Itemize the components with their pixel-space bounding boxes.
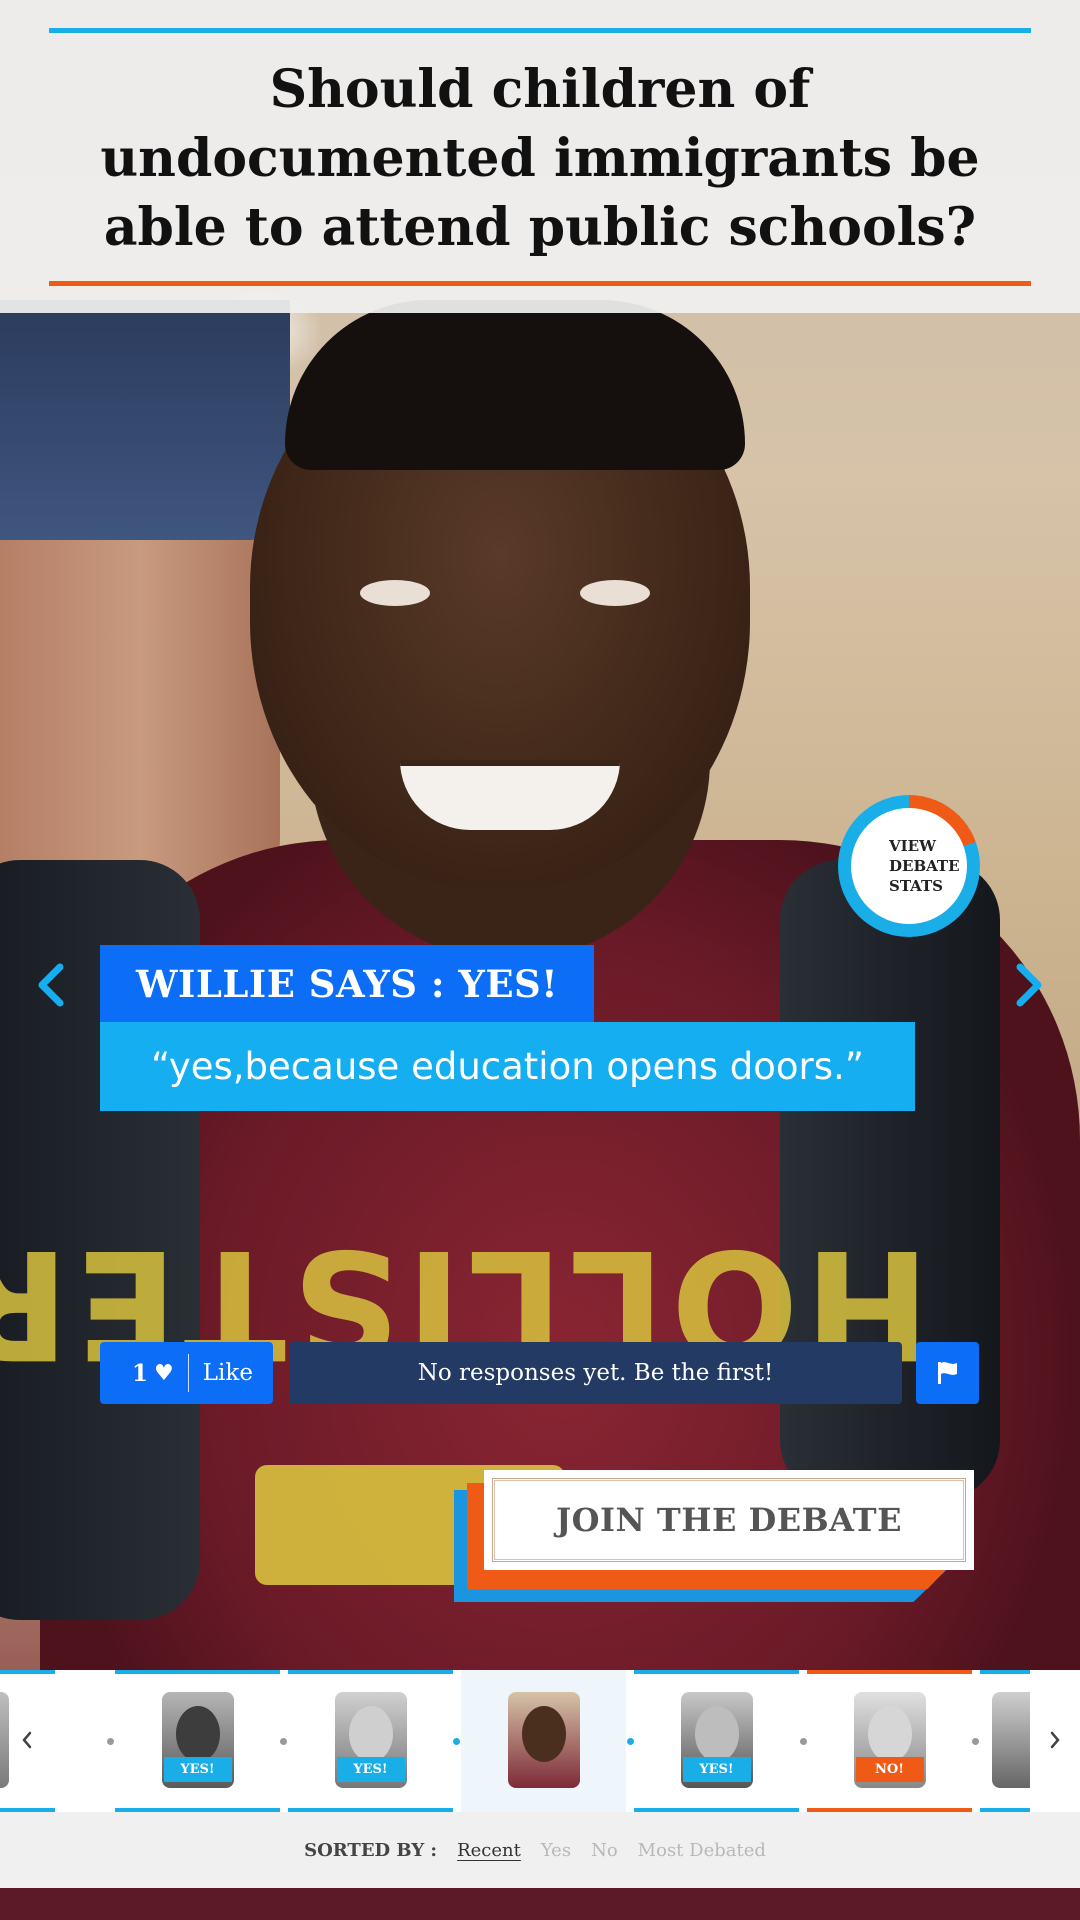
like-label: Like bbox=[202, 1360, 253, 1386]
stance-badge: NO! bbox=[855, 1757, 924, 1782]
thumbnail-avatar bbox=[507, 1692, 580, 1788]
stance-badge: YES! bbox=[163, 1757, 232, 1782]
like-divider bbox=[187, 1354, 189, 1392]
thumbnail-avatar: NO! bbox=[853, 1692, 926, 1788]
next-response-button[interactable] bbox=[1004, 955, 1054, 1015]
carousel-dot bbox=[453, 1738, 460, 1745]
thumbnail-slot-2[interactable]: YES! bbox=[288, 1670, 453, 1812]
like-count: 1 bbox=[132, 1359, 149, 1387]
carousel-dot bbox=[280, 1738, 287, 1745]
page-bottom-edge bbox=[0, 1888, 1080, 1920]
sort-option-recent[interactable]: Recent bbox=[457, 1840, 521, 1861]
thumbnail-avatar: YES! bbox=[334, 1692, 407, 1788]
thumbnail-slot-5[interactable]: NO! bbox=[807, 1670, 972, 1812]
chevron-right-icon bbox=[1016, 963, 1042, 1007]
chevron-left-icon bbox=[38, 963, 64, 1007]
stance-badge: YES! bbox=[682, 1757, 751, 1782]
header-rule-blue bbox=[49, 28, 1031, 33]
header-rule-orange bbox=[49, 281, 1031, 286]
debate-question: Should children of undocumented immigran… bbox=[100, 59, 980, 258]
sort-option-yes[interactable]: Yes bbox=[541, 1840, 571, 1861]
responses-button[interactable]: No responses yet. Be the first! bbox=[289, 1342, 902, 1404]
carousel-dot bbox=[107, 1738, 114, 1745]
heart-icon: ♥ bbox=[154, 1360, 174, 1386]
carousel-dot bbox=[972, 1738, 979, 1745]
thumbnail-slot-3[interactable] bbox=[461, 1670, 626, 1812]
like-button[interactable]: 1 ♥ Like bbox=[100, 1342, 273, 1404]
question-header: Should children of undocumented immigran… bbox=[0, 0, 1080, 313]
thumbnail-slot-6[interactable] bbox=[980, 1670, 1030, 1812]
thumbnail-avatar bbox=[992, 1692, 1030, 1788]
thumbnail-slot-1[interactable]: YES! bbox=[115, 1670, 280, 1812]
view-debate-stats-button[interactable]: VIEW DEBATE STATS bbox=[838, 795, 980, 937]
thumbnail-slot-0[interactable] bbox=[0, 1670, 55, 1812]
flag-icon bbox=[937, 1362, 957, 1384]
view-debate-stats-label: VIEW DEBATE STATS bbox=[851, 808, 967, 924]
thumbnail-avatar: YES! bbox=[680, 1692, 753, 1788]
join-debate-button[interactable]: JOIN THE DEBATE bbox=[454, 1470, 974, 1602]
response-carousel: YES! YES! YES! NO! bbox=[0, 1670, 1080, 1812]
responses-text: No responses yet. Be the first! bbox=[417, 1360, 774, 1386]
flag-button[interactable] bbox=[916, 1342, 979, 1404]
chevron-right-icon bbox=[1050, 1731, 1060, 1749]
sort-option-no[interactable]: No bbox=[591, 1840, 618, 1861]
previous-response-button[interactable] bbox=[26, 955, 76, 1015]
sort-label: SORTED BY : bbox=[304, 1839, 438, 1861]
speaker-label: WILLIE SAYS : YES! bbox=[100, 945, 594, 1022]
carousel-next-button[interactable] bbox=[1040, 1722, 1070, 1758]
sort-option-most-debated[interactable]: Most Debated bbox=[638, 1840, 766, 1861]
thumbnail-avatar: YES! bbox=[161, 1692, 234, 1788]
response-quote: “yes,because education opens doors.” bbox=[100, 1022, 915, 1111]
thumbnail-slot-4[interactable]: YES! bbox=[634, 1670, 799, 1812]
carousel-dot bbox=[800, 1738, 807, 1745]
thumbnail-avatar bbox=[0, 1692, 9, 1788]
join-debate-label: JOIN THE DEBATE bbox=[492, 1478, 966, 1562]
stance-badge: YES! bbox=[336, 1757, 405, 1782]
sort-bar: SORTED BY : Recent Yes No Most Debated bbox=[0, 1812, 1080, 1888]
carousel-dot bbox=[627, 1738, 634, 1745]
join-face: JOIN THE DEBATE bbox=[484, 1470, 974, 1570]
